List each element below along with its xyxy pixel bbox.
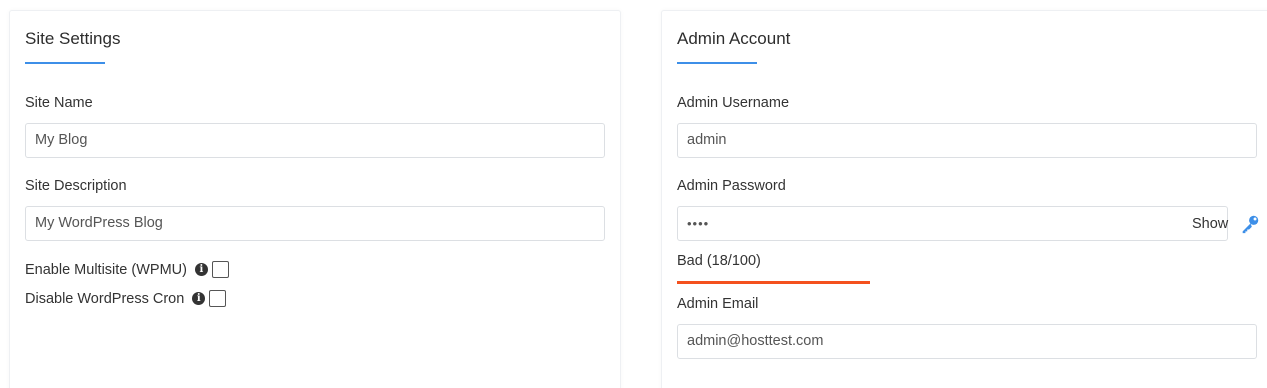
- info-icon[interactable]: i: [192, 292, 206, 305]
- admin-password-label: Admin Password: [677, 178, 786, 194]
- admin-account-title-underline: [677, 62, 757, 64]
- admin-username-input[interactable]: admin: [677, 123, 1257, 158]
- password-strength-text: Bad (18/100): [677, 253, 761, 269]
- show-password-button[interactable]: Show: [1192, 216, 1228, 232]
- multisite-checkbox[interactable]: [211, 261, 229, 278]
- site-settings-panel: Site Settings Site Name My Blog Site Des…: [9, 10, 621, 388]
- admin-account-panel: Admin Account Admin Username admin Admin…: [661, 10, 1267, 388]
- site-description-label: Site Description: [25, 178, 127, 194]
- admin-username-label: Admin Username: [677, 95, 790, 111]
- multisite-label: Enable Multisite (WPMU): [25, 261, 187, 278]
- key-icon[interactable]: [1239, 213, 1261, 235]
- admin-email-label: Admin Email: [677, 296, 759, 312]
- site-name-input[interactable]: My Blog: [25, 123, 605, 158]
- password-strength-bar: [677, 281, 870, 284]
- admin-email-input[interactable]: admin@hosttest.com: [677, 324, 1257, 359]
- admin-password-input[interactable]: ••••: [677, 206, 1228, 241]
- disable-cron-label: Disable WordPress Cron: [25, 290, 185, 307]
- site-name-label: Site Name: [25, 95, 93, 111]
- multisite-row: Enable Multisite (WPMU) i: [25, 261, 229, 278]
- site-description-input[interactable]: My WordPress Blog: [25, 206, 605, 241]
- disable-cron-checkbox[interactable]: [209, 290, 227, 307]
- site-settings-title-underline: [25, 62, 105, 64]
- info-icon[interactable]: i: [194, 263, 208, 276]
- site-settings-title: Site Settings: [25, 29, 121, 48]
- admin-account-title: Admin Account: [677, 29, 791, 48]
- disable-cron-row: Disable WordPress Cron i: [25, 290, 227, 307]
